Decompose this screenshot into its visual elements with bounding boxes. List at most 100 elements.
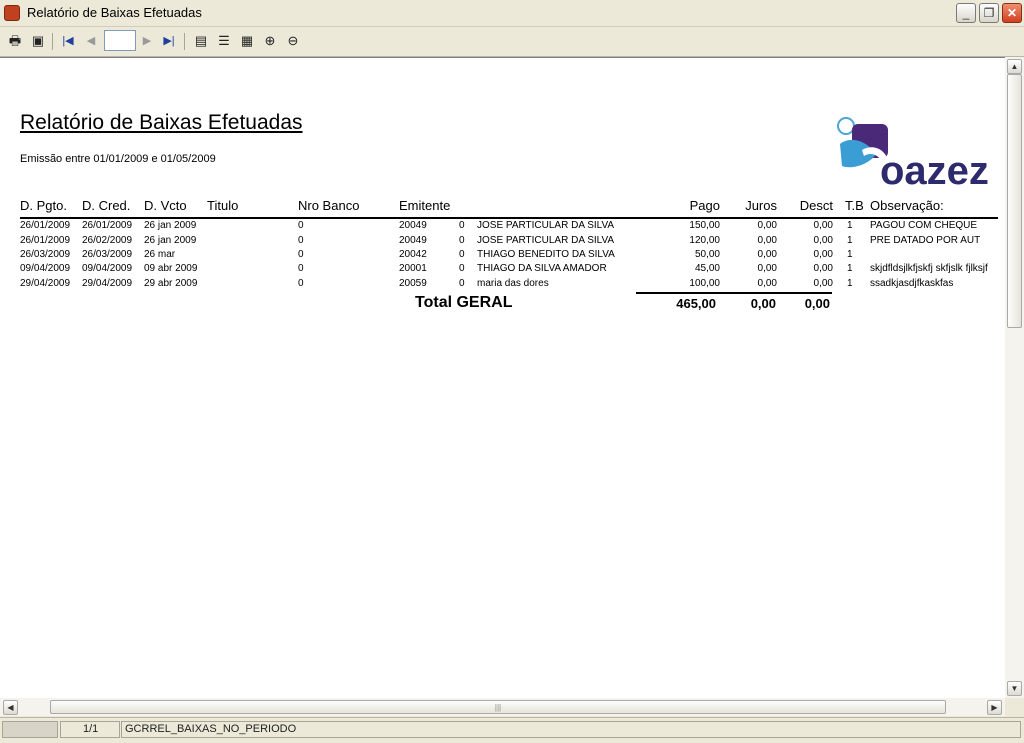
cell-zero: 0	[459, 263, 465, 274]
cell-juros: 0,00	[757, 249, 777, 260]
cell-banco: 0	[298, 278, 304, 289]
save-icon[interactable]: ▣	[29, 32, 47, 50]
logo-text: oazez	[880, 149, 989, 190]
cell-d-vcto: 26 jan 2009	[144, 235, 197, 246]
header-rule	[20, 217, 998, 219]
cell-pago: 150,00	[689, 220, 720, 231]
col-nro-banco: Nro Banco	[298, 198, 360, 213]
cell-zero: 0	[459, 220, 465, 231]
cell-nome: maria das dores	[477, 278, 549, 289]
cell-codigo: 20049	[399, 235, 427, 246]
next-page-icon[interactable]: ▶	[138, 32, 156, 50]
toolbar-separator	[184, 33, 185, 50]
col-d-vcto: D. Vcto	[144, 198, 187, 213]
total-juros: 0,00	[750, 296, 776, 311]
col-d-pgto: D. Pgto.	[20, 198, 67, 213]
page-count: 1/1	[60, 721, 120, 738]
cell-desct: 0,00	[813, 220, 833, 231]
toolbar-separator	[52, 33, 53, 50]
cell-desct: 0,00	[813, 278, 833, 289]
cell-d-pgto: 26/03/2009	[20, 249, 71, 260]
cell-codigo: 20059	[399, 278, 427, 289]
title-bar: Relatório de Baixas Efetuadas _ ❐ ✕	[0, 0, 1024, 27]
total-pago: 465,00	[676, 296, 716, 311]
cell-nome: JOSE PARTICULAR DA SILVA	[477, 220, 615, 231]
cell-nome: JOSE PARTICULAR DA SILVA	[477, 235, 615, 246]
whole-page-icon[interactable]: ▦	[238, 32, 256, 50]
col-observacao: Observação:	[870, 198, 944, 213]
cell-d-vcto: 26 jan 2009	[144, 220, 197, 231]
cell-codigo: 20001	[399, 263, 427, 274]
vertical-scroll-thumb[interactable]	[1007, 74, 1022, 328]
cell-d-pgto: 09/04/2009	[20, 263, 71, 274]
status-panel	[2, 721, 58, 738]
table-row: 29/04/2009 29/04/2009 29 abr 2009 0 2005…	[0, 278, 1005, 292]
table-row: 26/03/2009 26/03/2009 26 mar 0 20042 0 T…	[0, 249, 1005, 263]
total-desct: 0,00	[804, 296, 830, 311]
cell-d-cred: 09/04/2009	[82, 263, 133, 274]
cell-pago: 100,00	[689, 278, 720, 289]
cell-tb: 1	[847, 278, 853, 289]
col-titulo: Titulo	[207, 198, 239, 213]
single-page-icon[interactable]: ▤	[192, 32, 210, 50]
cell-d-vcto: 26 mar	[144, 249, 176, 260]
zoom-out-icon[interactable]: ⊖	[284, 32, 302, 50]
cell-pago: 120,00	[689, 235, 720, 246]
status-bar: 1/1 GCRREL_BAIXAS_NO_PERIODO	[0, 717, 1024, 743]
scroll-up-icon[interactable]: ▲	[1007, 59, 1022, 74]
cell-juros: 0,00	[757, 235, 777, 246]
cell-juros: 0,00	[757, 220, 777, 231]
page-number-input[interactable]	[104, 30, 136, 51]
cell-tb: 1	[847, 235, 853, 246]
cell-obs: skjdfldsjlkfjskfj skfjslk fjlksjf	[870, 263, 988, 274]
zoom-in-icon[interactable]: ⊕	[261, 32, 279, 50]
cell-banco: 0	[298, 235, 304, 246]
first-page-icon[interactable]: |◀	[59, 32, 77, 50]
cell-tb: 1	[847, 249, 853, 260]
total-rule	[636, 292, 832, 294]
cell-codigo: 20049	[399, 220, 427, 231]
cell-zero: 0	[459, 249, 465, 260]
cell-d-vcto: 09 abr 2009	[144, 263, 198, 274]
cell-d-pgto: 26/01/2009	[20, 220, 71, 231]
cell-juros: 0,00	[757, 278, 777, 289]
cell-obs: PAGOU COM CHEQUE	[870, 220, 978, 231]
previous-page-icon[interactable]: ◀	[82, 32, 100, 50]
col-d-cred: D. Cred.	[82, 198, 131, 213]
scroll-down-icon[interactable]: ▼	[1007, 681, 1022, 696]
toolbar: 🖶 ▣ |◀ ◀ ▶ ▶| ▤ ☰ ▦ ⊕ ⊖	[0, 27, 1024, 57]
report-preview: Relatório de Baixas Efetuadas Emissão en…	[0, 57, 1005, 699]
table-row: 26/01/2009 26/01/2009 26 jan 2009 0 2004…	[0, 220, 1005, 234]
cell-obs: PRE DATADO POR AUT	[870, 235, 981, 246]
cell-tb: 1	[847, 220, 853, 231]
scroll-right-icon[interactable]: ▶	[987, 700, 1002, 715]
last-page-icon[interactable]: ▶|	[160, 32, 178, 50]
app-icon[interactable]	[4, 5, 20, 21]
horizontal-scrollbar[interactable]: ◀ ||| ▶	[0, 698, 1005, 716]
cell-pago: 50,00	[694, 249, 720, 260]
cell-obs: ssadkjasdjfkaskfas	[870, 278, 954, 289]
cell-banco: 0	[298, 263, 304, 274]
table-row: 09/04/2009 09/04/2009 09 abr 2009 0 2000…	[0, 263, 1005, 277]
print-icon[interactable]: 🖶	[6, 32, 24, 50]
cell-banco: 0	[298, 249, 304, 260]
horizontal-scroll-thumb[interactable]: |||	[50, 700, 946, 714]
window-title: Relatório de Baixas Efetuadas	[27, 5, 202, 20]
cell-d-pgto: 29/04/2009	[20, 278, 71, 289]
cell-nome: THIAGO BENEDITO DA SILVA	[477, 249, 615, 260]
scroll-corner	[1005, 698, 1024, 716]
report-name: GCRREL_BAIXAS_NO_PERIODO	[121, 721, 1021, 738]
minimize-button[interactable]: _	[956, 3, 976, 23]
cell-desct: 0,00	[813, 263, 833, 274]
cell-d-cred: 26/03/2009	[82, 249, 133, 260]
vertical-scrollbar[interactable]: ▲ ▼	[1005, 57, 1024, 698]
close-button[interactable]: ✕	[1002, 3, 1022, 23]
cell-zero: 0	[459, 235, 465, 246]
restore-button[interactable]: ❐	[979, 3, 999, 23]
page-width-icon[interactable]: ☰	[215, 32, 233, 50]
total-label: Total GERAL	[415, 294, 513, 311]
col-tb: T.B	[845, 198, 864, 213]
scroll-left-icon[interactable]: ◀	[3, 700, 18, 715]
cell-banco: 0	[298, 220, 304, 231]
report-title: Relatório de Baixas Efetuadas	[20, 111, 303, 134]
